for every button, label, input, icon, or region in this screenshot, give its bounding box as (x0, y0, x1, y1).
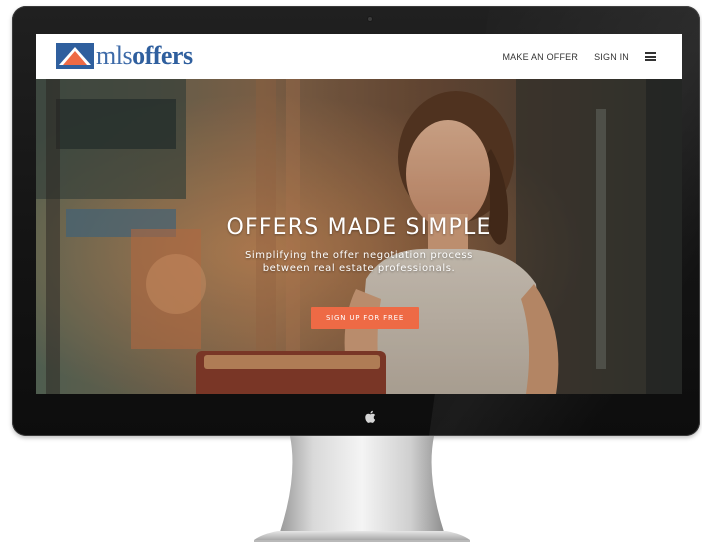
site-logo[interactable]: mls offers (56, 42, 193, 70)
camera-icon (368, 17, 372, 21)
hamburger-menu-icon[interactable] (645, 52, 656, 61)
apple-logo-icon (364, 410, 376, 424)
hero-title: OFFERS MADE SIMPLE (226, 215, 492, 240)
hero-subtitle: Simplifying the offer negotiation proces… (36, 249, 682, 275)
site-navbar: mls offers MAKE AN OFFER SIGN IN (36, 34, 682, 79)
logo-text-bold: offers (132, 41, 193, 70)
nav-sign-in[interactable]: SIGN IN (594, 52, 629, 62)
monitor-scene: mls offers MAKE AN OFFER SIGN IN OFFERS … (0, 0, 702, 543)
logo-text-light: mls (96, 41, 133, 70)
screen: mls offers MAKE AN OFFER SIGN IN OFFERS … (36, 34, 682, 394)
hero-subtitle-line-2: between real estate professionals. (262, 263, 456, 274)
hero-subtitle-line-1: Simplifying the offer negotiation proces… (244, 250, 473, 261)
monitor-stand (254, 436, 470, 542)
hero-section: OFFERS MADE SIMPLE Simplifying the offer… (36, 79, 682, 394)
nav-links: MAKE AN OFFER SIGN IN (486, 34, 656, 79)
nav-make-an-offer[interactable]: MAKE AN OFFER (502, 52, 578, 62)
house-roof-logo-icon (56, 43, 94, 69)
sign-up-button[interactable]: SIGN UP FOR FREE (311, 307, 419, 329)
